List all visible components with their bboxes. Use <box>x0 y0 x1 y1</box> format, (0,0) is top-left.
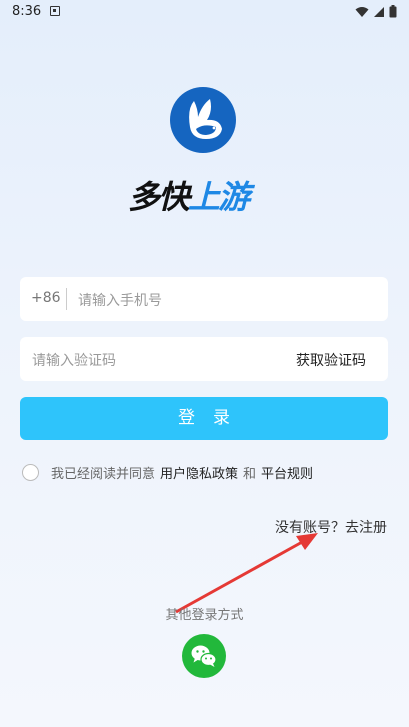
status-time: 8:36 <box>12 4 42 19</box>
login-button[interactable]: 登录 <box>20 397 388 440</box>
wechat-login-button[interactable] <box>182 634 226 678</box>
notification-icon <box>50 6 60 16</box>
country-code[interactable]: +86 <box>31 290 61 306</box>
divider <box>66 288 67 310</box>
wifi-icon <box>355 6 369 17</box>
agreement-checkbox[interactable] <box>22 463 39 481</box>
phone-input[interactable]: 请输入手机号 <box>78 290 162 310</box>
register-link[interactable]: 没有账号？去注册 <box>275 517 387 537</box>
agreement-and: 和 <box>243 466 257 482</box>
bunny-logo-icon <box>189 99 222 139</box>
get-code-button[interactable]: 获取验证码 <box>296 350 366 370</box>
verification-code-input[interactable]: 请输入验证码 <box>32 350 116 370</box>
app-name-part2: 上游 <box>188 178 250 216</box>
other-login-label: 其他登录方式 <box>165 608 244 623</box>
app-name-logo: 多快上游 <box>128 172 288 216</box>
status-icons <box>355 5 397 18</box>
app-name-part1: 多快 <box>128 178 190 216</box>
battery-icon <box>389 5 397 18</box>
platform-rules-link[interactable]: 平台规则 <box>261 463 313 482</box>
privacy-policy-link[interactable]: 用户隐私政策 <box>160 463 238 482</box>
phone-field[interactable]: +86 请输入手机号 <box>20 277 388 321</box>
status-bar: 8:36 <box>0 0 409 24</box>
app-logo <box>170 87 236 153</box>
agreement-row: 我已经阅读并同意 用户隐私政策 和 平台规则 <box>22 462 318 482</box>
verification-code-field[interactable]: 请输入验证码 获取验证码 <box>20 337 388 381</box>
agreement-text: 我已经阅读并同意 <box>51 466 156 482</box>
wechat-icon <box>191 645 217 667</box>
signal-icon <box>374 6 384 17</box>
